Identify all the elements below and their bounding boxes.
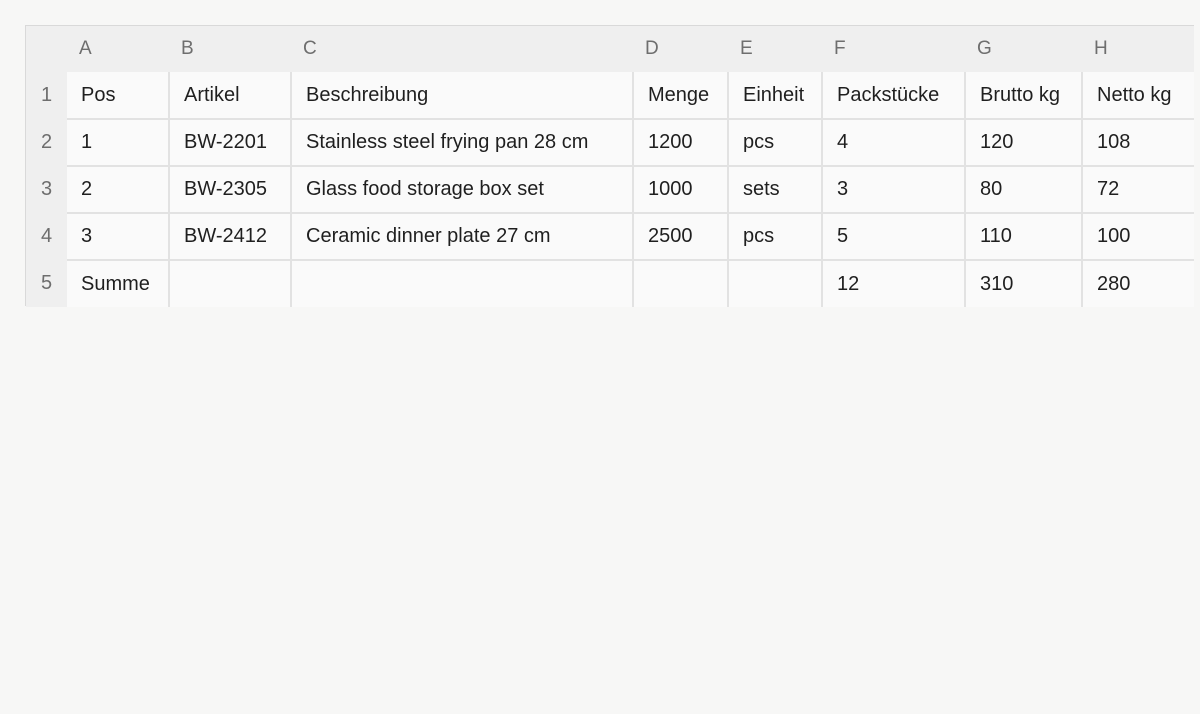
cell-d1[interactable]: Menge	[633, 72, 729, 120]
column-header-g[interactable]: G	[965, 26, 1082, 72]
cell-d4[interactable]: 2500	[633, 213, 729, 261]
cell-g5[interactable]: 310	[965, 260, 1083, 307]
table-row: 4 3 BW-2412 Ceramic dinner plate 27 cm 2…	[26, 213, 1194, 261]
cell-b5[interactable]	[169, 260, 292, 307]
cell-h1[interactable]: Netto kg	[1082, 72, 1194, 120]
cell-c4[interactable]: Ceramic dinner plate 27 cm	[291, 213, 634, 261]
column-header-d[interactable]: D	[633, 26, 728, 72]
cell-f1[interactable]: Packstücke	[822, 72, 966, 120]
cell-d3[interactable]: 1000	[633, 166, 729, 214]
cell-a3[interactable]: 2	[67, 166, 170, 214]
column-header-h[interactable]: H	[1082, 26, 1194, 72]
cell-a5[interactable]: Summe	[67, 260, 170, 307]
table-row: 3 2 BW-2305 Glass food storage box set 1…	[26, 166, 1194, 214]
cell-g4[interactable]: 110	[965, 213, 1083, 261]
cell-b3[interactable]: BW-2305	[169, 166, 292, 214]
column-header-a[interactable]: A	[67, 26, 169, 72]
cell-e4[interactable]: pcs	[728, 213, 823, 261]
column-header-b[interactable]: B	[169, 26, 291, 72]
cell-e3[interactable]: sets	[728, 166, 823, 214]
spreadsheet-table: A B C D E F G H 1 Pos Artikel Beschreibu…	[26, 26, 1194, 307]
cell-h5[interactable]: 280	[1082, 260, 1194, 307]
column-header-c[interactable]: C	[291, 26, 633, 72]
row-header[interactable]: 5	[26, 260, 67, 307]
select-all-corner[interactable]	[26, 26, 67, 72]
cell-a4[interactable]: 3	[67, 213, 170, 261]
cell-c2[interactable]: Stainless steel frying pan 28 cm	[291, 119, 634, 167]
cell-c5[interactable]	[291, 260, 634, 307]
cell-c3[interactable]: Glass food storage box set	[291, 166, 634, 214]
cell-c1[interactable]: Beschreibung	[291, 72, 634, 120]
column-header-row: A B C D E F G H	[26, 26, 1194, 72]
cell-h2[interactable]: 108	[1082, 119, 1194, 167]
row-header[interactable]: 4	[26, 213, 67, 260]
column-header-f[interactable]: F	[822, 26, 965, 72]
cell-h3[interactable]: 72	[1082, 166, 1194, 214]
cell-g3[interactable]: 80	[965, 166, 1083, 214]
table-row: 1 Pos Artikel Beschreibung Menge Einheit…	[26, 72, 1194, 120]
cell-b2[interactable]: BW-2201	[169, 119, 292, 167]
spreadsheet-grid: A B C D E F G H 1 Pos Artikel Beschreibu…	[25, 25, 1194, 307]
cell-f4[interactable]: 5	[822, 213, 966, 261]
cell-d5[interactable]	[633, 260, 729, 307]
row-header[interactable]: 2	[26, 119, 67, 166]
row-header[interactable]: 3	[26, 166, 67, 213]
cell-f2[interactable]: 4	[822, 119, 966, 167]
cell-b4[interactable]: BW-2412	[169, 213, 292, 261]
cell-e5[interactable]	[728, 260, 823, 307]
cell-g1[interactable]: Brutto kg	[965, 72, 1083, 120]
cell-b1[interactable]: Artikel	[169, 72, 292, 120]
cell-g2[interactable]: 120	[965, 119, 1083, 167]
cell-d2[interactable]: 1200	[633, 119, 729, 167]
table-row: 2 1 BW-2201 Stainless steel frying pan 2…	[26, 119, 1194, 167]
table-row: 5 Summe 12 310 280	[26, 260, 1194, 307]
cell-e1[interactable]: Einheit	[728, 72, 823, 120]
cell-e2[interactable]: pcs	[728, 119, 823, 167]
cell-a2[interactable]: 1	[67, 119, 170, 167]
row-header[interactable]: 1	[26, 72, 67, 119]
column-header-e[interactable]: E	[728, 26, 822, 72]
cell-f3[interactable]: 3	[822, 166, 966, 214]
cell-h4[interactable]: 100	[1082, 213, 1194, 261]
cell-f5[interactable]: 12	[822, 260, 966, 307]
cell-a1[interactable]: Pos	[67, 72, 170, 120]
